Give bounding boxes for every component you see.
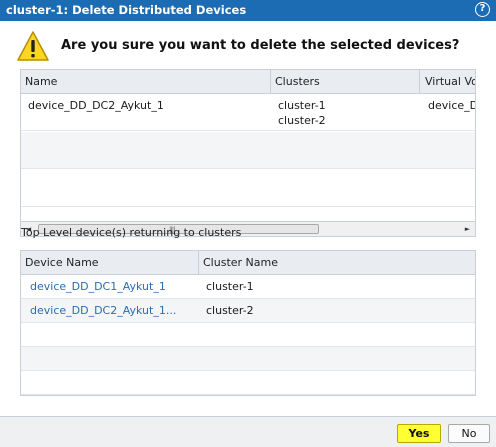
empty-row — [21, 347, 475, 371]
yes-button[interactable]: Yes — [397, 424, 441, 443]
empty-row — [21, 323, 475, 347]
dialog-title: cluster-1: Delete Distributed Devices — [6, 3, 247, 17]
warning-icon — [17, 31, 49, 61]
column-header-virtual-volume[interactable]: Virtual Vo — [425, 75, 475, 88]
question-icon[interactable]: ? — [475, 2, 490, 17]
cluster-cell: cluster-2 — [278, 114, 326, 127]
table-row[interactable]: device_DD_DC1_Aykut_1 cluster-1 — [21, 275, 475, 299]
empty-row — [21, 132, 475, 169]
column-header-cluster-name[interactable]: Cluster Name — [203, 256, 278, 269]
column-header-name[interactable]: Name — [25, 75, 57, 88]
dialog-titlebar: cluster-1: Delete Distributed Devices ? — [0, 0, 496, 21]
virtual-volume-cell: device_D — [428, 99, 476, 112]
table-row[interactable]: device_DD_DC2_Aykut_1... cluster-2 — [21, 299, 475, 323]
dialog-footer: Yes No — [0, 416, 496, 447]
devices-table: Name Clusters Virtual Vo device_DD_DC2_A… — [20, 69, 476, 237]
device-link[interactable]: device_DD_DC1_Aykut_1 — [30, 280, 166, 293]
returning-devices-table: Device Name Cluster Name device_DD_DC1_A… — [20, 250, 476, 396]
device-link[interactable]: device_DD_DC2_Aykut_1... — [30, 304, 176, 317]
no-button[interactable]: No — [448, 424, 490, 443]
table-row[interactable]: device_DD_DC2_Aykut_1 cluster-1 cluster-… — [21, 94, 475, 131]
column-header-clusters[interactable]: Clusters — [275, 75, 320, 88]
returning-table-header: Device Name Cluster Name — [21, 251, 475, 275]
section-label: Top Level device(s) returning to cluster… — [21, 226, 242, 239]
column-header-device-name[interactable]: Device Name — [25, 256, 99, 269]
empty-row — [21, 170, 475, 207]
cluster-cell: cluster-1 — [278, 99, 326, 112]
devices-table-header: Name Clusters Virtual Vo — [21, 70, 475, 94]
cluster-name-cell: cluster-1 — [206, 280, 254, 293]
dialog-content: Are you sure you want to delete the sele… — [0, 21, 496, 416]
cluster-name-cell: cluster-2 — [206, 304, 254, 317]
confirmation-question: Are you sure you want to delete the sele… — [61, 38, 460, 53]
device-name-cell: device_DD_DC2_Aykut_1 — [28, 99, 164, 112]
scroll-right-arrow-icon[interactable]: ► — [460, 222, 475, 236]
empty-row — [21, 371, 475, 395]
